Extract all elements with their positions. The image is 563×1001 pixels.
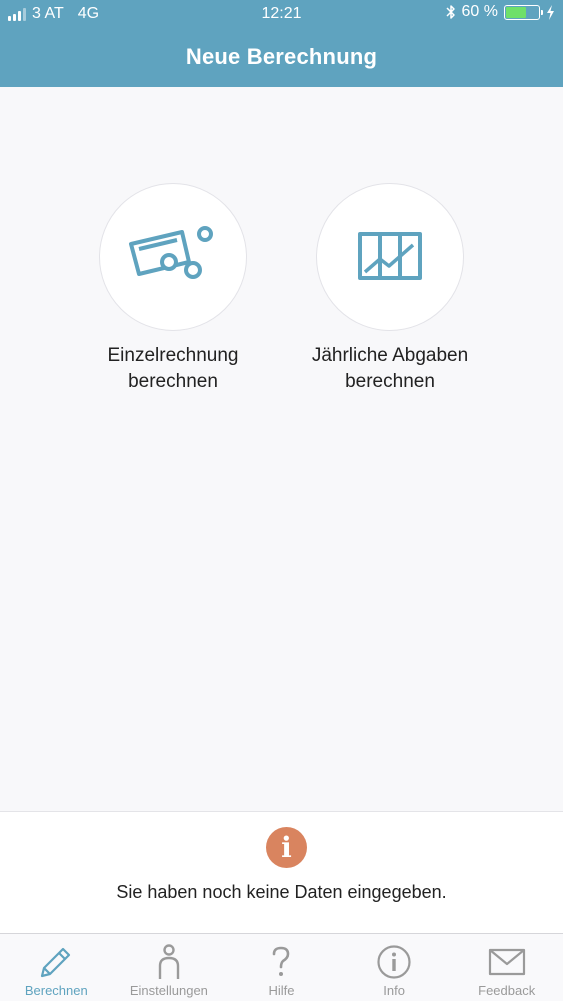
mail-icon bbox=[488, 948, 525, 976]
charging-icon bbox=[547, 4, 554, 20]
tab-info[interactable]: Info bbox=[338, 934, 451, 1001]
tab-bar: Berechnen Einstellungen Hilfe Info Feedb… bbox=[0, 933, 563, 1001]
tab-label: Hilfe bbox=[268, 983, 295, 998]
pencil-icon bbox=[41, 947, 71, 978]
option-label-line1: Einzelrechnung bbox=[107, 345, 239, 366]
tab-label: Einstellungen bbox=[129, 983, 208, 998]
tab-label: Feedback bbox=[478, 983, 536, 998]
person-icon bbox=[158, 944, 180, 979]
info-badge-icon: i bbox=[266, 827, 307, 868]
info-panel: i Sie haben noch keine Daten eingegeben. bbox=[0, 811, 563, 934]
tab-einstellungen[interactable]: Einstellungen bbox=[113, 934, 226, 1001]
tab-label: Berechnen bbox=[24, 983, 88, 998]
page-title: Neue Berechnung bbox=[185, 44, 378, 69]
tab-berechnen[interactable]: Berechnen bbox=[0, 934, 113, 1001]
battery-percent: 60 % bbox=[461, 3, 498, 20]
battery-icon bbox=[504, 4, 543, 20]
option-label: Jährliche Abgaben berechnen bbox=[270, 343, 510, 395]
option-label-line2: berechnen bbox=[345, 371, 435, 392]
tab-feedback[interactable]: Feedback bbox=[450, 934, 563, 1001]
info-icon bbox=[377, 945, 411, 979]
option-label: Einzelrechnung berechnen bbox=[53, 343, 293, 395]
question-icon bbox=[273, 946, 290, 976]
navigation-bar: Neue Berechnung bbox=[0, 30, 563, 87]
option-label-line2: berechnen bbox=[128, 371, 218, 392]
option-circle[interactable] bbox=[99, 183, 247, 331]
tab-hilfe[interactable]: Hilfe bbox=[225, 934, 338, 1001]
option-annual-charges[interactable]: Jährliche Abgaben berechnen bbox=[270, 183, 510, 395]
status-right: 60 % bbox=[446, 3, 555, 21]
annual-chart-icon bbox=[358, 232, 422, 280]
empty-data-message: Sie haben noch keine Daten eingegeben. bbox=[116, 882, 447, 902]
option-single-calculation[interactable]: Einzelrechnung berechnen bbox=[53, 183, 293, 395]
tab-label: Info bbox=[383, 983, 405, 998]
bluetooth-icon bbox=[446, 5, 455, 19]
option-label-line1: Jährliche Abgaben bbox=[311, 345, 469, 366]
status-bar: 3 AT 4G 12:21 60 % bbox=[0, 0, 563, 30]
option-circle[interactable] bbox=[316, 183, 464, 331]
single-calculation-icon bbox=[129, 226, 213, 279]
